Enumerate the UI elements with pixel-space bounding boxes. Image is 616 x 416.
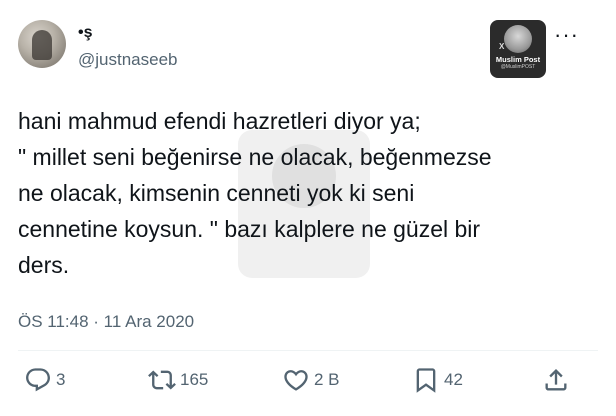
avatar-figure bbox=[32, 30, 52, 60]
muslim-post-logo: X Muslim Post @MuslimPOST bbox=[490, 20, 546, 78]
more-options-button[interactable]: ··· bbox=[554, 24, 579, 46]
share-icon bbox=[545, 369, 567, 391]
author-name[interactable]: •ş bbox=[78, 24, 93, 42]
tweet-line: ders. bbox=[18, 252, 70, 278]
tweet-line: hani mahmud efendi hazretleri diyor ya; bbox=[18, 108, 421, 134]
logo-title: Muslim Post bbox=[495, 55, 541, 64]
tweet-timestamp[interactable]: ÖS 11:48 · 11 Ara 2020 bbox=[18, 312, 194, 332]
author-handle[interactable]: @justnaseeb bbox=[78, 50, 178, 70]
retweet-count: 165 bbox=[180, 370, 209, 389]
avatar[interactable] bbox=[18, 20, 66, 68]
bookmark-icon bbox=[416, 368, 436, 393]
heart-icon bbox=[284, 370, 308, 391]
reply-icon bbox=[26, 368, 50, 392]
logo-subtitle: @MuslimPOST bbox=[500, 64, 536, 70]
bookmark-button[interactable]: 42 bbox=[412, 366, 463, 394]
reply-button[interactable]: 3 bbox=[24, 366, 65, 394]
tweet-text: hani mahmud efendi hazretleri diyor ya; … bbox=[18, 103, 578, 283]
share-button[interactable] bbox=[542, 366, 570, 394]
retweet-icon bbox=[148, 370, 176, 390]
like-count: 2 B bbox=[314, 370, 340, 389]
divider bbox=[18, 350, 598, 351]
bookmark-count: 42 bbox=[444, 370, 463, 389]
tweet-line: ne olacak, kimsenin cenneti yok ki seni bbox=[18, 180, 415, 206]
tweet-line: cennetine koysun. " bazı kalplere ne güz… bbox=[18, 216, 481, 242]
reply-count: 3 bbox=[56, 370, 66, 389]
x-mark: X bbox=[499, 42, 505, 51]
tweet-line: " millet seni beğenirse ne olacak, beğen… bbox=[18, 144, 492, 170]
like-button[interactable]: 2 B bbox=[282, 366, 340, 394]
logo-face bbox=[504, 25, 532, 53]
action-bar: 3 165 2 B 42 bbox=[0, 366, 616, 406]
retweet-button[interactable]: 165 bbox=[148, 366, 208, 394]
